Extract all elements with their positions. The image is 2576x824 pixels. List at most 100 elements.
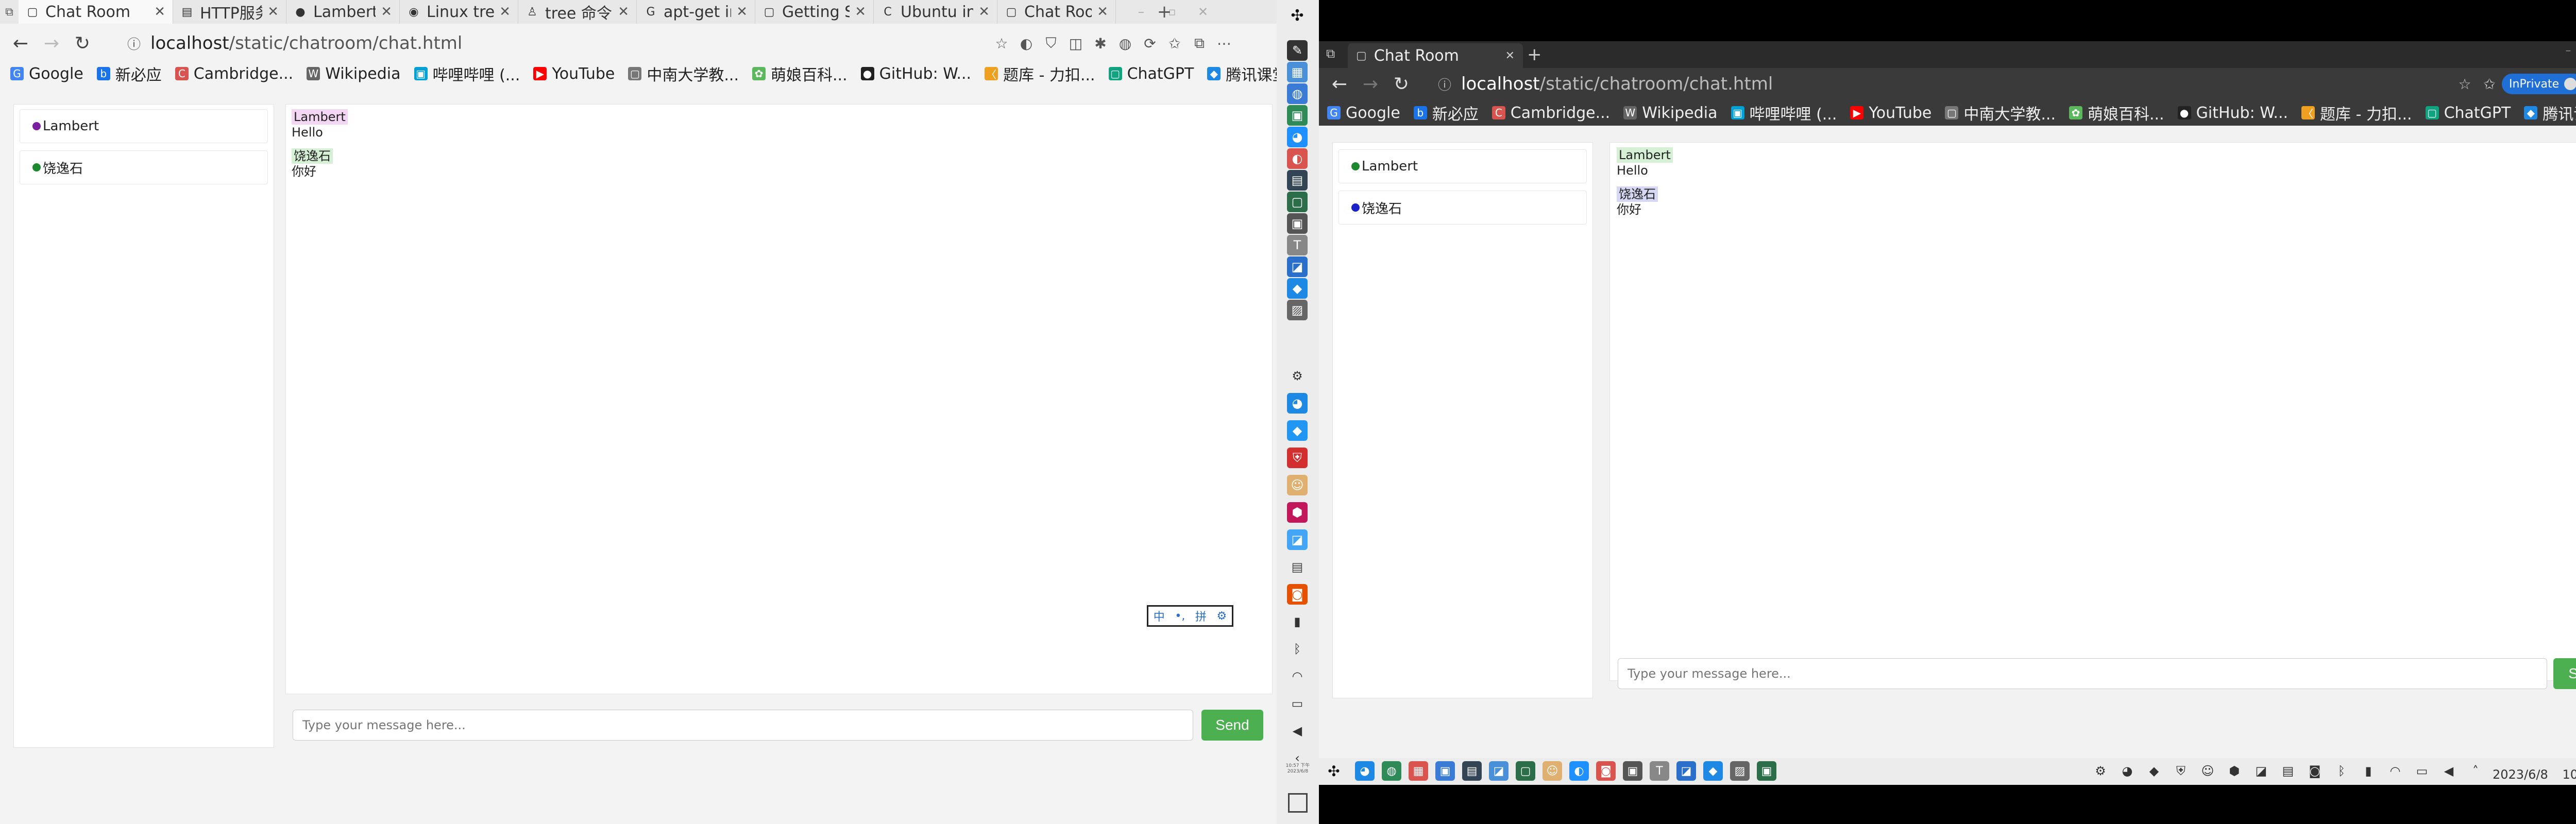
clipboard-icon[interactable]: ▤ bbox=[1287, 557, 1308, 577]
start-icon[interactable]: ✣ bbox=[1287, 5, 1308, 26]
close-tab-icon[interactable]: ✕ bbox=[736, 4, 748, 20]
usb-icon[interactable]: ▮ bbox=[2360, 762, 2377, 780]
app-icon[interactable]: ⬢ bbox=[1287, 502, 1308, 523]
taskbar-app-icon[interactable]: ◆ bbox=[1287, 278, 1308, 299]
display-icon[interactable]: ▭ bbox=[2413, 762, 2431, 780]
show-desktop-icon[interactable] bbox=[1288, 793, 1308, 813]
taskbar-app-icon[interactable]: T bbox=[1650, 761, 1669, 781]
extension-1-icon[interactable]: ◐ bbox=[1014, 31, 1039, 56]
taskbar-app-icon[interactable]: ◐ bbox=[1569, 761, 1589, 781]
user-list-item[interactable]: Lambert bbox=[20, 109, 268, 143]
user-list-item[interactable]: 饶逸石 bbox=[20, 150, 268, 184]
tab-7[interactable]: C Ubuntu in ✕ bbox=[874, 0, 997, 24]
bluetooth-icon[interactable]: ᛒ bbox=[1287, 639, 1308, 659]
bookmark-item[interactable]: ▣ 哔哩哔哩 (... bbox=[1731, 101, 1837, 124]
taskbar-app-icon[interactable]: ◐ bbox=[1287, 148, 1308, 169]
tab-3[interactable]: ◉ Linux tree✕ bbox=[400, 0, 518, 24]
start-icon[interactable]: ✣ bbox=[1324, 761, 1344, 781]
bookmark-item[interactable]: ▢ ChatGPT bbox=[1108, 65, 1194, 83]
close-tab-icon[interactable]: ✕ bbox=[855, 4, 866, 20]
message-input[interactable] bbox=[1618, 658, 2547, 689]
taskbar-app-icon[interactable]: ▢ bbox=[1516, 761, 1535, 781]
bookmark-item[interactable]: W Wikipedia bbox=[307, 65, 401, 83]
taskbar-app-icon[interactable]: ▨ bbox=[1287, 300, 1308, 320]
bookmarks-overflow-icon[interactable]: › bbox=[1257, 62, 1263, 80]
taskbar-app-icon[interactable]: ▣ bbox=[1757, 761, 1776, 781]
taskbar-app-icon[interactable]: ▣ bbox=[1287, 105, 1308, 126]
collections-icon[interactable]: ⧉ bbox=[1187, 31, 1212, 56]
bluetooth-icon[interactable]: ᛒ bbox=[2333, 762, 2350, 780]
read-aloud-icon[interactable]: ☆ bbox=[989, 31, 1014, 56]
taskbar-app-icon[interactable]: ✎ bbox=[1287, 40, 1308, 61]
photos-icon[interactable]: ◪ bbox=[2252, 762, 2270, 780]
ime-layout-toggle[interactable]: 拼 bbox=[1195, 608, 1207, 624]
taskbar-app-icon[interactable]: ☺ bbox=[1543, 761, 1562, 781]
bookmark-item[interactable]: ✿ 萌娘百科... bbox=[2069, 101, 2164, 124]
bookmark-item[interactable]: C Cambridge... bbox=[1492, 104, 1610, 122]
taskbar-app-icon[interactable]: ◕ bbox=[1355, 761, 1375, 781]
office-icon[interactable]: ◙ bbox=[1287, 584, 1308, 605]
taskbar-app-icon[interactable]: ▣ bbox=[1623, 761, 1642, 781]
bookmark-item[interactable]: b 新必应 bbox=[1413, 101, 1479, 124]
refresh-icon[interactable]: ↻ bbox=[67, 28, 98, 59]
store-icon[interactable]: ◆ bbox=[1287, 420, 1308, 441]
taskbar-app-icon[interactable]: ◍ bbox=[1382, 761, 1401, 781]
edge-icon[interactable]: ◕ bbox=[2119, 762, 2136, 780]
close-tab-icon[interactable]: ✕ bbox=[618, 4, 629, 20]
forward-icon[interactable]: → bbox=[36, 28, 67, 59]
close-tab-icon[interactable]: ✕ bbox=[381, 4, 392, 20]
forward-icon[interactable]: → bbox=[1355, 68, 1386, 99]
bookmark-item[interactable]: C Cambridge... bbox=[175, 65, 293, 83]
bookmark-item[interactable]: W Wikipedia bbox=[1623, 104, 1718, 122]
close-tab-icon[interactable]: ✕ bbox=[267, 4, 279, 20]
minimize-icon[interactable]: – bbox=[2555, 44, 2576, 57]
taskbar-app-icon[interactable]: ◪ bbox=[1287, 256, 1308, 277]
store-icon[interactable]: ◆ bbox=[2145, 762, 2163, 780]
bookmark-item[interactable]: G Google bbox=[10, 65, 83, 83]
extension-2-icon[interactable]: ⛉ bbox=[1039, 31, 1063, 56]
bookmark-item[interactable]: ✿ 萌娘百科... bbox=[752, 62, 848, 85]
taskbar-app-icon[interactable]: ▨ bbox=[1730, 761, 1750, 781]
bookmark-item[interactable]: ● GitHub: W... bbox=[860, 65, 971, 83]
taskbar-app-icon[interactable]: ▦ bbox=[1409, 761, 1428, 781]
bookmark-item[interactable]: ● GitHub: W... bbox=[2177, 104, 2288, 122]
cat-icon[interactable]: ☺ bbox=[2199, 762, 2216, 780]
extension-4-icon[interactable]: ✱ bbox=[1088, 31, 1113, 56]
bookmark-item[interactable]: 〈题库 - 力扣... bbox=[985, 62, 1095, 85]
back-icon[interactable]: ← bbox=[1324, 68, 1355, 99]
extension-5-icon[interactable]: ◍ bbox=[1113, 31, 1138, 56]
cat-icon[interactable]: ☺ bbox=[1287, 475, 1308, 495]
inprivate-badge[interactable]: InPrivate bbox=[2502, 74, 2576, 94]
bookmark-item[interactable]: G Google bbox=[1327, 104, 1400, 122]
security-icon[interactable]: ⛨ bbox=[2172, 762, 2190, 780]
tab-2[interactable]: ● Lambert-R ✕ bbox=[286, 0, 400, 24]
favorites-icon[interactable]: ✩ bbox=[1162, 31, 1187, 56]
send-button[interactable]: Send bbox=[1201, 710, 1263, 741]
site-info-icon[interactable]: ⓘ bbox=[1434, 75, 1455, 94]
volume-icon[interactable]: ◀ bbox=[1287, 720, 1308, 741]
taskbar-app-icon[interactable]: ◪ bbox=[1489, 761, 1509, 781]
ime-mode-toggle[interactable]: 中 bbox=[1154, 608, 1165, 624]
favorites-icon[interactable]: ✩ bbox=[2477, 72, 2502, 96]
edge-icon[interactable]: ◕ bbox=[1287, 393, 1308, 414]
volume-icon[interactable]: ◀ bbox=[2440, 762, 2458, 780]
taskbar-app-icon[interactable]: ▣ bbox=[1435, 761, 1455, 781]
close-tab-icon[interactable]: ✕ bbox=[154, 4, 165, 20]
back-icon[interactable]: ← bbox=[5, 28, 36, 59]
taskbar-app-icon[interactable]: ◙ bbox=[1596, 761, 1616, 781]
tab-actions-icon[interactable]: ⧉ bbox=[1326, 46, 1342, 62]
wifi-icon[interactable]: ◠ bbox=[1287, 666, 1308, 686]
taskbar-app-icon[interactable]: ▣ bbox=[1287, 213, 1308, 234]
site-info-icon[interactable]: ⓘ bbox=[124, 34, 144, 53]
bookmark-item[interactable]: b 新必应 bbox=[96, 62, 162, 85]
send-button[interactable]: Send bbox=[2553, 658, 2576, 689]
read-aloud-icon[interactable]: ☆ bbox=[2452, 72, 2477, 96]
tab-5[interactable]: Gapt-get ins ✕ bbox=[637, 0, 755, 24]
taskbar-app-icon[interactable]: T bbox=[1287, 235, 1308, 255]
close-tab-icon[interactable]: ✕ bbox=[1505, 49, 1515, 62]
app-icon[interactable]: ⬢ bbox=[2226, 762, 2243, 780]
tab-1[interactable]: ▤ HTTP服务器 ✕ bbox=[173, 0, 286, 24]
user-list-item[interactable]: 饶逸石 bbox=[1338, 191, 1587, 225]
usb-icon[interactable]: ▮ bbox=[1287, 611, 1308, 632]
close-window-icon[interactable]: ✕ bbox=[1188, 5, 1218, 19]
